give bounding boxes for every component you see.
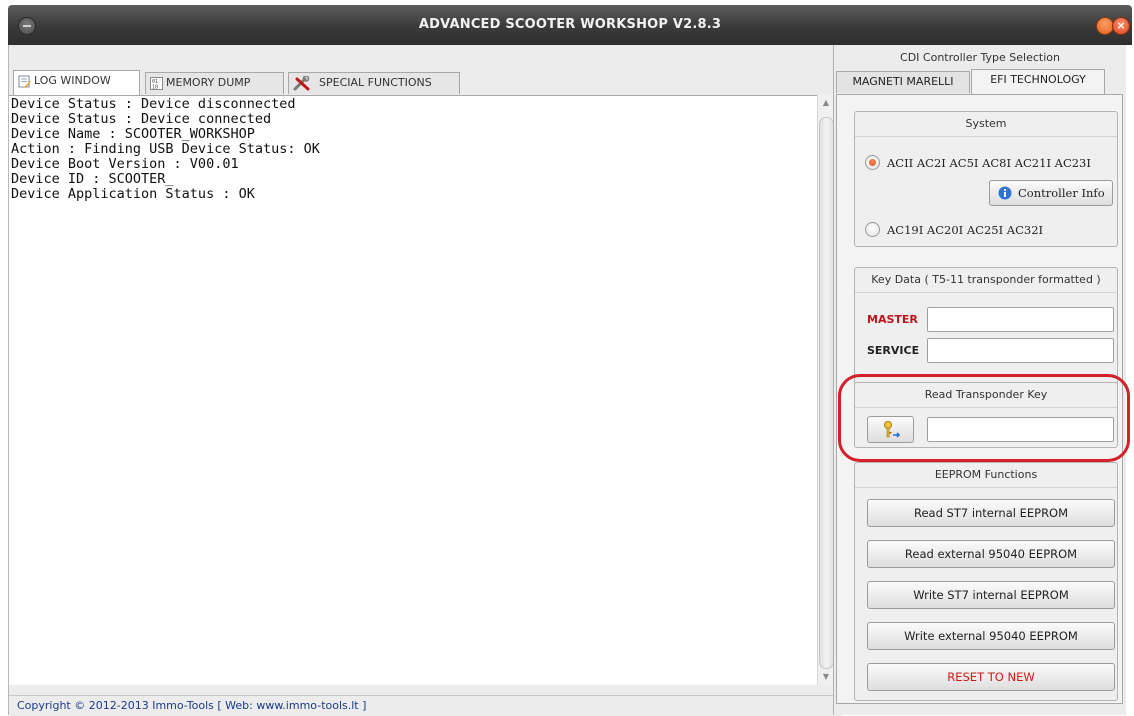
- service-key-field[interactable]: [927, 338, 1114, 363]
- log-line: Device Status : Device disconnected: [11, 96, 296, 112]
- scroll-up-arrow-icon[interactable]: ▲: [818, 95, 834, 111]
- master-key-field[interactable]: [927, 307, 1114, 332]
- binary-icon: 01 10: [150, 77, 163, 90]
- log-line: Device ID : SCOOTER_: [11, 171, 174, 187]
- log-line: Device Boot Version : V00.01: [11, 156, 239, 172]
- system-group: System ACII AC2I AC5I AC8I AC21I AC23I C…: [854, 111, 1118, 247]
- title-bar: ADVANCED SCOOTER WORKSHOP V2.8.3 ×: [8, 5, 1132, 45]
- log-line: Device Application Status : OK: [11, 186, 255, 202]
- service-label: SERVICE: [867, 344, 920, 357]
- read-st7-button[interactable]: Read ST7 internal EEPROM: [867, 499, 1115, 527]
- write-external-button[interactable]: Write external 95040 EEPROM: [867, 622, 1115, 650]
- key-data-title: Key Data ( T5-11 transponder formatted ): [855, 268, 1117, 293]
- tab-special-functions-label: SPECIAL FUNCTIONS: [319, 76, 432, 89]
- controller-info-label: Controller Info: [1018, 186, 1105, 200]
- tab-log-window-label: LOG WINDOW: [34, 74, 111, 87]
- scroll-down-arrow-icon[interactable]: ▼: [818, 669, 834, 685]
- tab-log-window[interactable]: LOG WINDOW: [13, 70, 140, 95]
- system-group-title: System: [855, 112, 1117, 137]
- cdi-title: CDI Controller Type Selection: [900, 51, 1060, 64]
- highlight-annotation: [838, 374, 1130, 462]
- tab-efi-technology[interactable]: EFI TECHNOLOGY: [971, 69, 1105, 94]
- radio-ac-group-2-label: AC19I AC20I AC25I AC32I: [887, 223, 1044, 237]
- write-st7-button[interactable]: Write ST7 internal EEPROM: [867, 581, 1115, 609]
- log-line: Device Name : SCOOTER_WORKSHOP: [11, 126, 255, 142]
- tab-memory-dump-label: MEMORY DUMP: [166, 76, 251, 89]
- read-external-button[interactable]: Read external 95040 EEPROM: [867, 540, 1115, 568]
- status-bar: Copyright © 2012-2013 Immo-Tools [ Web: …: [9, 695, 842, 716]
- log-line: Device Status : Device connected: [11, 111, 272, 127]
- close-button[interactable]: ×: [1112, 17, 1130, 35]
- tab-magneti-marelli[interactable]: MAGNETI MARELLI: [836, 71, 970, 93]
- log-text-area[interactable]: Device Status : Device disconnected Devic…: [9, 95, 817, 685]
- eeprom-title: EEPROM Functions: [855, 463, 1117, 488]
- svg-text:10: 10: [152, 85, 158, 91]
- tools-icon: [293, 76, 310, 91]
- reset-to-new-button[interactable]: RESET TO NEW: [867, 663, 1115, 691]
- radio-ac-group-2[interactable]: [865, 222, 880, 237]
- eeprom-group: EEPROM Functions Read ST7 internal EEPRO…: [854, 462, 1118, 701]
- scroll-thumb[interactable]: [819, 117, 834, 669]
- radio-ac-group-1[interactable]: [865, 155, 880, 170]
- tab-special-functions[interactable]: SPECIAL FUNCTIONS: [288, 72, 460, 94]
- log-line: Action : Finding USB Device Status: OK: [11, 141, 320, 157]
- log-scrollbar[interactable]: ▲ ▼: [817, 95, 834, 685]
- window-title: ADVANCED SCOOTER WORKSHOP V2.8.3: [418, 17, 722, 32]
- controller-info-button[interactable]: Controller Info: [989, 180, 1113, 206]
- info-icon: [998, 186, 1012, 200]
- log-icon: [18, 75, 31, 88]
- tab-memory-dump[interactable]: 01 10 MEMORY DUMP: [145, 72, 284, 94]
- master-label: MASTER: [867, 313, 918, 326]
- main-pane: LOG WINDOW 01 10 MEMORY DUMP SPECIAL FUN…: [8, 45, 842, 716]
- radio-ac-group-1-label: ACII AC2I AC5I AC8I AC21I AC23I: [887, 156, 1091, 170]
